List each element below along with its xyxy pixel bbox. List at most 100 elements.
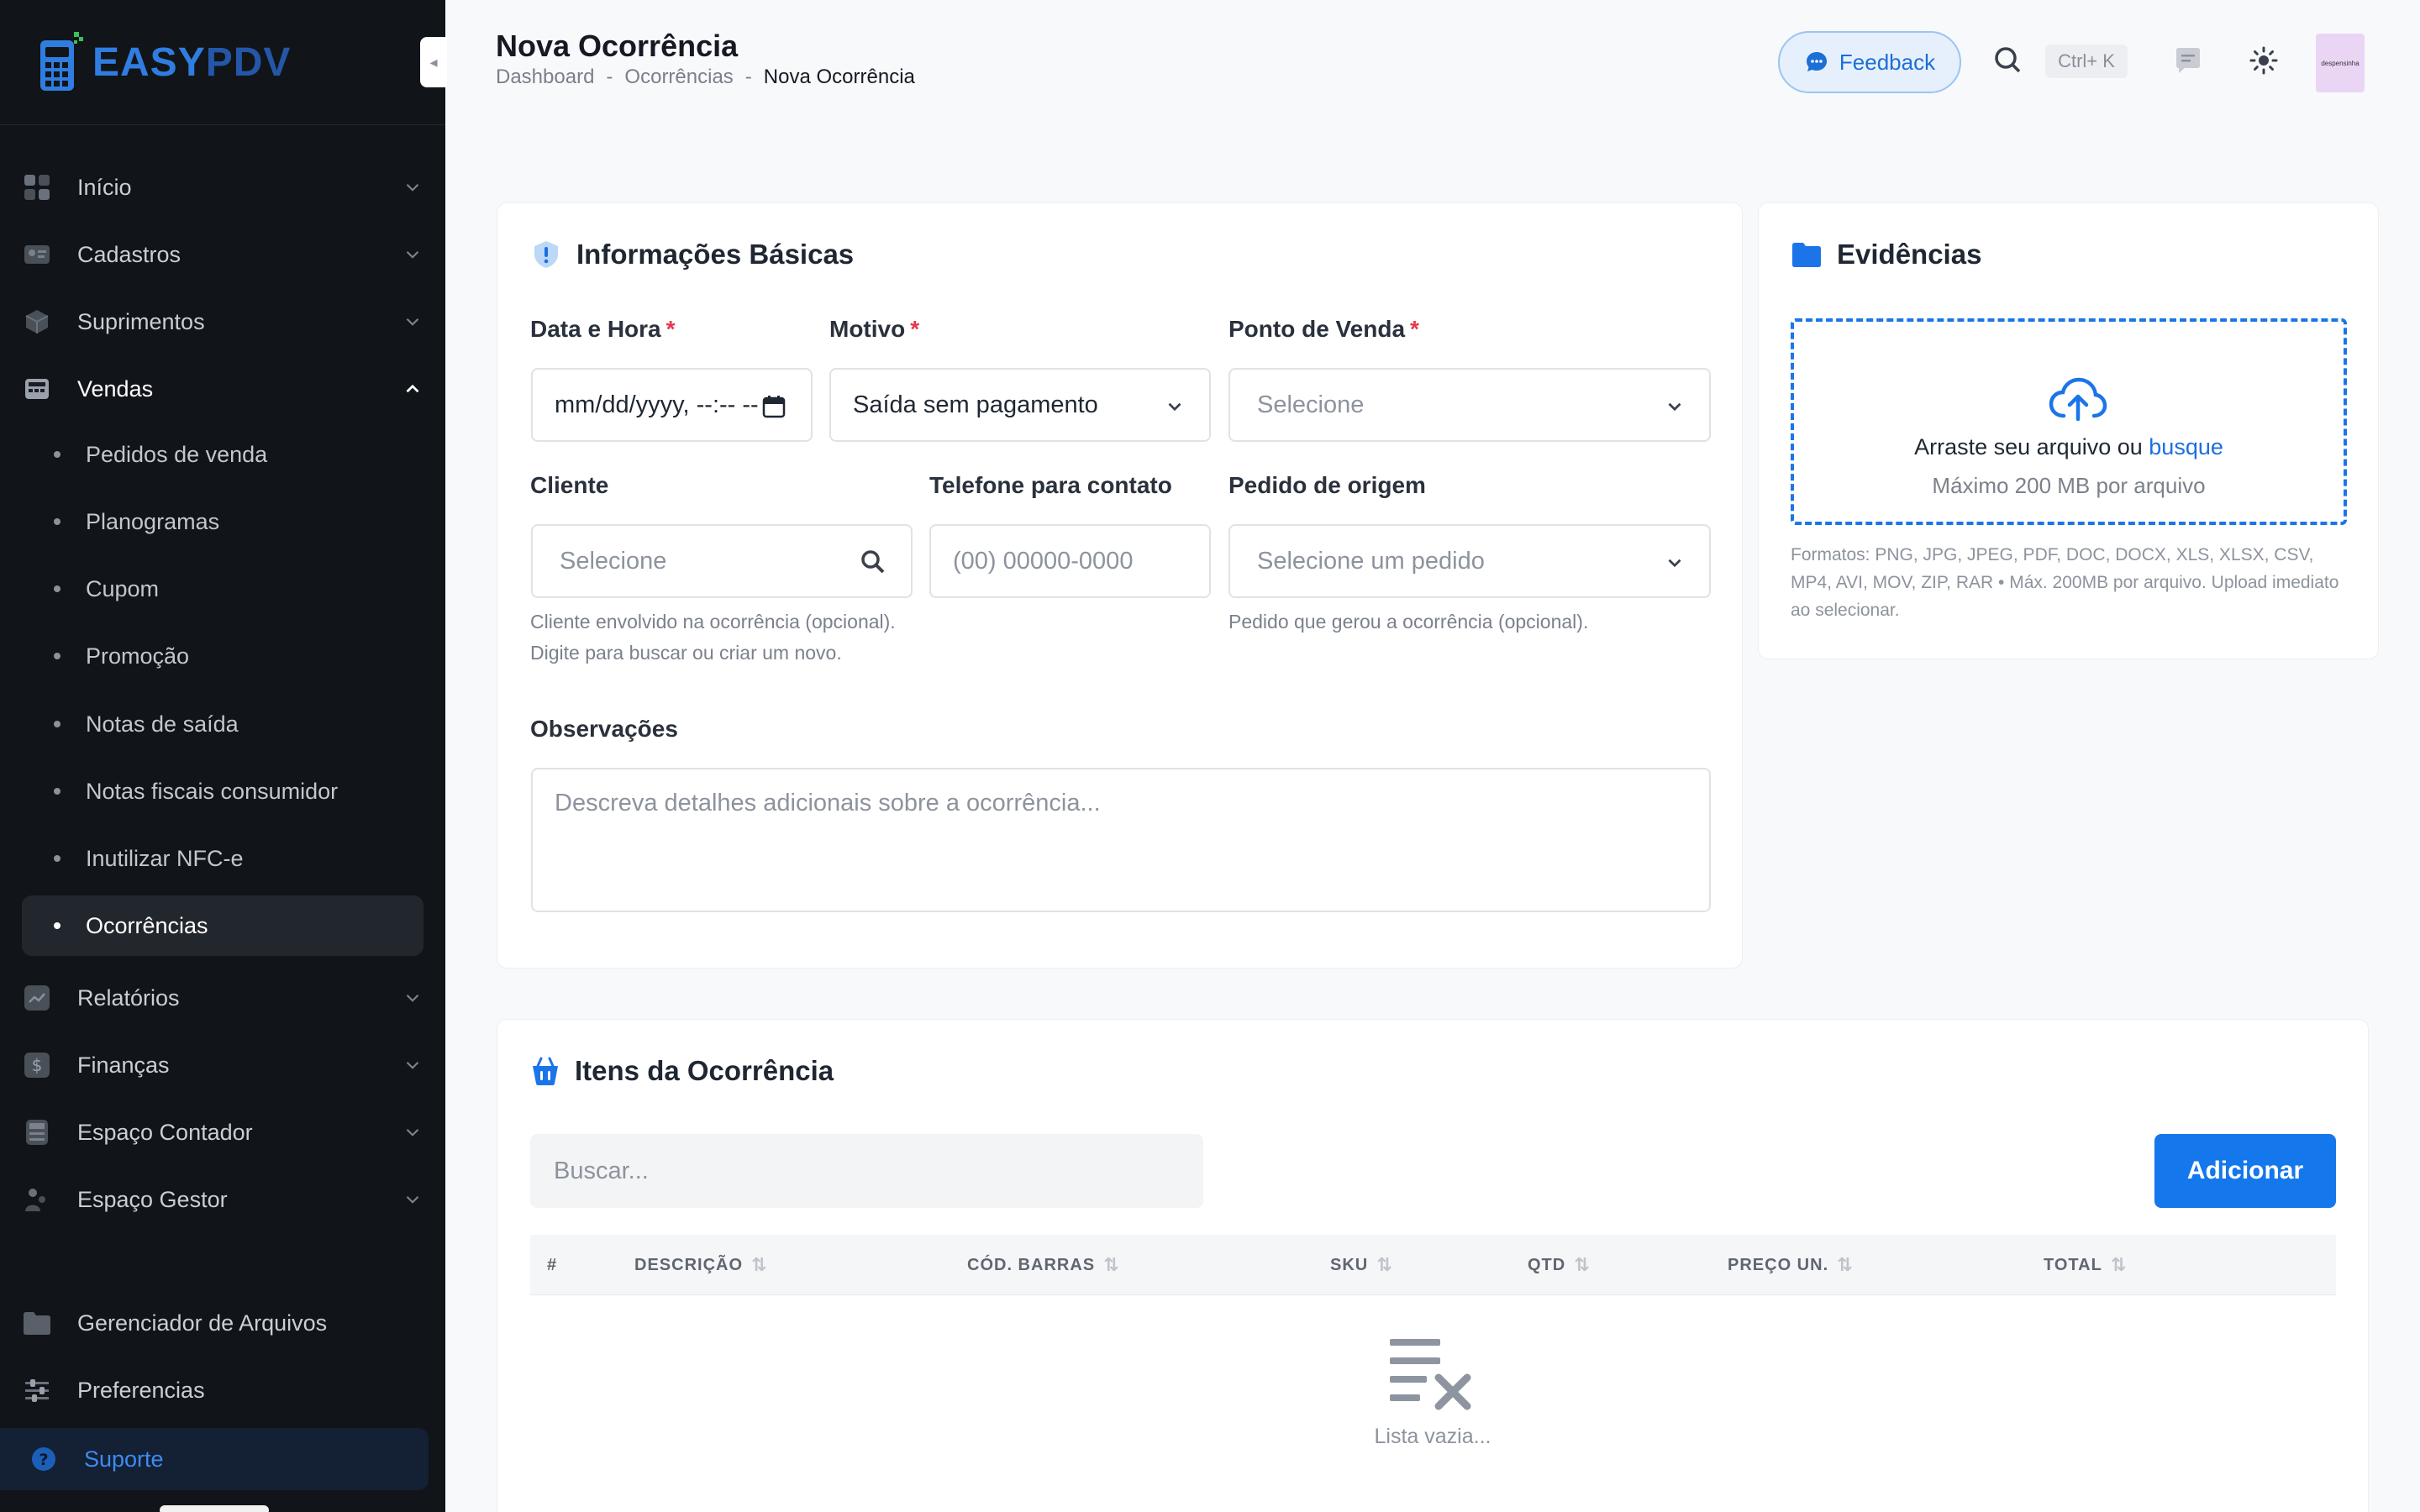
- sort-icon[interactable]: ⇅: [1574, 1254, 1590, 1276]
- file-dropzone[interactable]: Arraste seu arquivo ou busque Máximo 200…: [1791, 318, 2347, 525]
- brand-logo[interactable]: EASYPDV: [37, 29, 291, 96]
- column-header-sku[interactable]: SKU ⇅: [1330, 1235, 1393, 1295]
- brand-name-part-b: PDV: [205, 39, 292, 85]
- dropzone-instruction: Arraste seu arquivo ou: [1914, 434, 2143, 459]
- sidebar-item-suporte[interactable]: ? Suporte: [0, 1428, 429, 1490]
- sidebar-item-suprimentos[interactable]: Suprimentos: [22, 292, 424, 351]
- sort-icon[interactable]: ⇅: [1376, 1254, 1392, 1276]
- column-header-preco-un[interactable]: PREÇO UN. ⇅: [1728, 1235, 1854, 1295]
- sidebar-item-label: Finanças: [77, 1052, 170, 1078]
- sidebar-item-inicio[interactable]: Início: [22, 158, 424, 217]
- search-icon[interactable]: [1990, 42, 2027, 79]
- required-mark: *: [910, 316, 920, 342]
- sidebar-item-preferencias[interactable]: Preferencias: [22, 1361, 424, 1420]
- column-label: PREÇO UN.: [1728, 1255, 1829, 1274]
- avatar[interactable]: despensinha: [2316, 34, 2365, 92]
- browse-files-link[interactable]: busque: [2149, 434, 2223, 459]
- breadcrumb: Dashboard - Ocorrências - Nova Ocorrênci…: [496, 66, 915, 89]
- sidebar-item-cadastros[interactable]: Cadastros: [22, 225, 424, 284]
- evidencias-heading: Evidências: [1837, 239, 1982, 270]
- bullet-icon: [54, 788, 60, 795]
- column-header-descricao[interactable]: DESCRIÇÃO ⇅: [634, 1235, 767, 1295]
- observacoes-textarea[interactable]: Descreva detalhes adicionais sobre a oco…: [531, 768, 1711, 912]
- sidebar-item-financas[interactable]: $ Finanças: [22, 1036, 424, 1095]
- column-header-total[interactable]: TOTAL ⇅: [2044, 1235, 2127, 1295]
- cliente-search-select[interactable]: Selecione: [531, 524, 913, 598]
- sidebar-subitem-promocao[interactable]: Promoção: [22, 626, 424, 686]
- chevron-down-icon: [406, 183, 419, 192]
- chat-bubble-icon: [1806, 52, 1827, 71]
- add-item-button[interactable]: Adicionar: [2154, 1134, 2336, 1208]
- empty-list-icon: [1390, 1339, 1471, 1410]
- sidebar-subitem-ocorrencias[interactable]: Ocorrências: [22, 895, 424, 956]
- bullet-icon: [54, 922, 60, 929]
- dropzone-text: Arraste seu arquivo ou busque: [1794, 434, 2344, 460]
- sort-icon[interactable]: ⇅: [751, 1254, 767, 1276]
- sidebar-item-espaco-gestor[interactable]: Espaço Gestor: [22, 1170, 424, 1229]
- sidebar-item-espaco-contador[interactable]: Espaço Contador: [22, 1103, 424, 1162]
- sidebar-subitem-notas-fiscais-consumidor[interactable]: Notas fiscais consumidor: [22, 761, 424, 822]
- ponto-venda-select[interactable]: Selecione: [1228, 368, 1711, 442]
- collapse-sidebar-button[interactable]: ◂: [420, 37, 447, 87]
- scroll-handle[interactable]: [160, 1505, 269, 1512]
- column-header-cod-barras[interactable]: CÓD. BARRAS ⇅: [967, 1235, 1120, 1295]
- sidebar-item-label: Suporte: [84, 1446, 164, 1472]
- breadcrumb-ocorrencias[interactable]: Ocorrências: [624, 66, 733, 89]
- sidebar-item-label: Relatórios: [77, 984, 180, 1011]
- column-label: #: [547, 1255, 558, 1274]
- sort-icon[interactable]: ⇅: [2111, 1254, 2127, 1276]
- required-mark: *: [1410, 316, 1419, 342]
- info-badge-icon: [534, 241, 558, 268]
- required-mark: *: [666, 316, 676, 342]
- telefone-label: Telefone para contato: [929, 472, 1172, 498]
- sidebar-subitem-label: Notas fiscais consumidor: [86, 778, 339, 804]
- motivo-select[interactable]: Saída sem pagamento: [829, 368, 1211, 442]
- dollar-icon: $: [22, 1050, 52, 1080]
- ponto-venda-label-text: Ponto de Venda: [1228, 316, 1406, 342]
- motivo-select-value: Saída sem pagamento: [853, 391, 1098, 418]
- sidebar-item-label: Suprimentos: [77, 308, 205, 334]
- cloud-upload-icon: [2049, 377, 2107, 422]
- cliente-placeholder: Selecione: [560, 547, 667, 575]
- sliders-icon: [22, 1375, 52, 1405]
- avatar-label: despensinha: [2321, 59, 2360, 67]
- sidebar-subitem-notas-de-saida[interactable]: Notas de saída: [22, 694, 424, 754]
- sort-icon[interactable]: ⇅: [1837, 1254, 1853, 1276]
- items-title: Itens da Ocorrência: [531, 1055, 834, 1087]
- datetime-input-value: mm/dd/yyyy, --:-- --: [555, 391, 759, 418]
- sidebar-subitem-cupom[interactable]: Cupom: [22, 559, 424, 619]
- calendar-icon[interactable]: [762, 395, 786, 418]
- pedido-origem-select[interactable]: Selecione um pedido: [1228, 524, 1711, 598]
- datetime-input[interactable]: mm/dd/yyyy, --:-- --: [531, 368, 813, 442]
- sidebar-item-relatorios[interactable]: Relatórios: [22, 969, 424, 1027]
- items-search-input[interactable]: Buscar...: [530, 1134, 1203, 1208]
- bullet-icon: [54, 451, 60, 458]
- column-header-qtd[interactable]: QTD ⇅: [1528, 1235, 1591, 1295]
- telefone-placeholder: (00) 00000-0000: [953, 547, 1134, 575]
- sun-icon[interactable]: [2245, 42, 2282, 79]
- register-icon: [22, 374, 52, 404]
- column-label: CÓD. BARRAS: [967, 1255, 1096, 1274]
- pedido-origem-label: Pedido de origem: [1228, 472, 1426, 498]
- folder-icon: [1792, 243, 1821, 267]
- sidebar-subitem-pedidos-de-venda[interactable]: Pedidos de venda: [22, 424, 424, 485]
- sidebar-item-label: Gerenciador de Arquivos: [77, 1310, 328, 1336]
- caret-left-icon: ◂: [429, 53, 438, 71]
- users-icon: [22, 1184, 52, 1215]
- messages-icon[interactable]: [2170, 42, 2207, 79]
- sidebar-subitem-label: Notas de saída: [86, 711, 239, 737]
- feedback-button[interactable]: Feedback: [1778, 31, 1961, 93]
- svg-text:$: $: [32, 1055, 43, 1075]
- sidebar-item-vendas[interactable]: Vendas: [22, 360, 424, 418]
- telefone-input[interactable]: (00) 00000-0000: [929, 524, 1211, 598]
- evidencias-title: Evidências: [1791, 239, 1981, 270]
- sidebar-item-gerenciador-arquivos[interactable]: Gerenciador de Arquivos: [22, 1294, 424, 1352]
- breadcrumb-dashboard[interactable]: Dashboard: [496, 66, 594, 89]
- sort-icon[interactable]: ⇅: [1103, 1254, 1119, 1276]
- column-header-index: #: [547, 1235, 557, 1295]
- chevron-down-icon: [406, 1061, 419, 1069]
- sidebar-subitem-inutilizar-nfce[interactable]: Inutilizar NFC-e: [22, 828, 424, 889]
- bullet-icon: [54, 653, 60, 659]
- sidebar-subitem-planogramas[interactable]: Planogramas: [22, 491, 424, 552]
- cliente-label: Cliente: [530, 472, 609, 498]
